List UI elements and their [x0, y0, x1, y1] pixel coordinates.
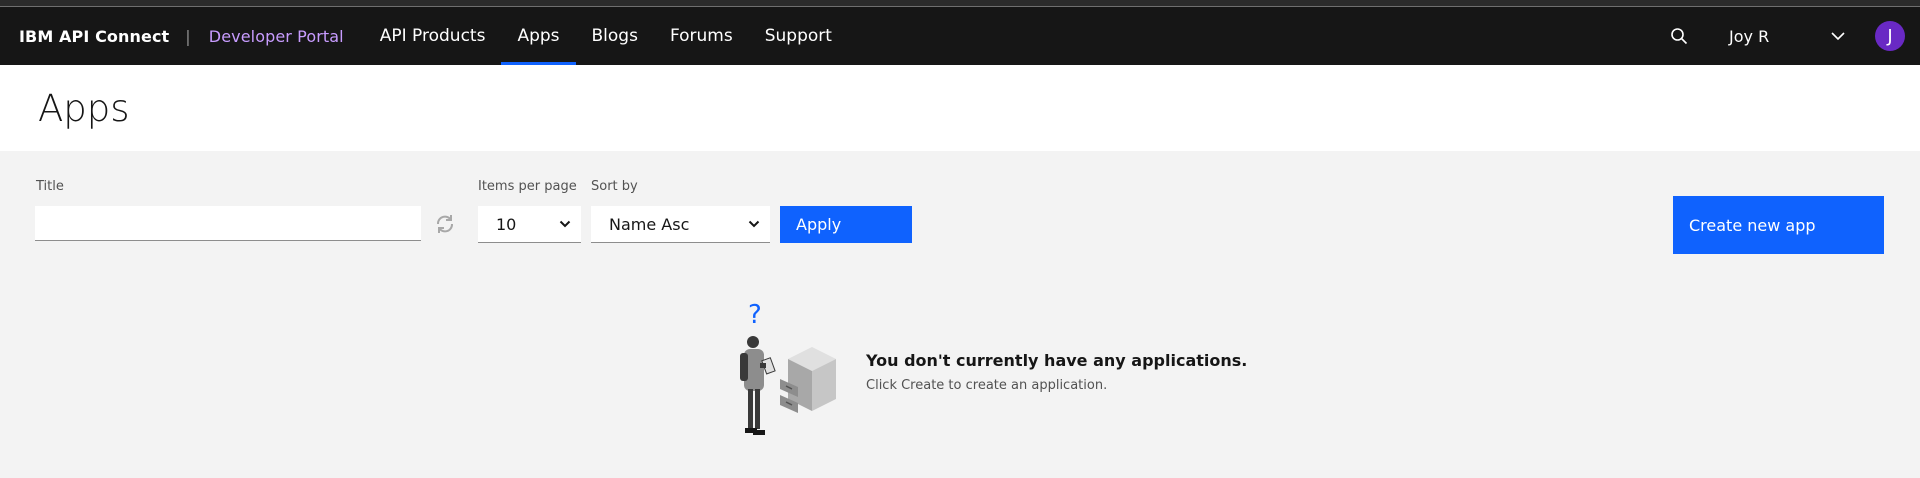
nav-link-blogs[interactable]: Blogs [576, 7, 654, 65]
brand-portal: Developer Portal [208, 26, 344, 46]
brand-separator: | [185, 26, 191, 46]
top-navbar: IBM API Connect | Developer Portal API Pro… [0, 7, 1920, 65]
browser-top-strip [0, 0, 1920, 7]
empty-state-text: You don't currently have any application… [866, 351, 1247, 393]
search-icon [1671, 28, 1688, 45]
title-filter-label: Title [36, 179, 64, 194]
apply-button[interactable]: Apply [780, 206, 912, 243]
user-name[interactable]: Joy R [1729, 27, 1819, 46]
brand-product: IBM API Connect [19, 26, 170, 46]
main-content: Title Items per page 10 Sort by Name Asc… [0, 151, 1920, 478]
create-new-app-button[interactable]: Create new app [1673, 196, 1884, 254]
items-per-page-value: 10 [496, 214, 517, 234]
nav-link-api-products[interactable]: API Products [364, 7, 502, 65]
sort-by-label: Sort by [591, 179, 638, 194]
empty-state-illustration: ? [740, 300, 836, 435]
avatar[interactable]: J [1875, 21, 1905, 51]
empty-state-heading: You don't currently have any application… [866, 351, 1248, 370]
page-header: Apps [0, 65, 1920, 151]
title-filter-input[interactable] [35, 206, 421, 241]
nav-links: API Products Apps Blogs Forums Support [364, 7, 848, 65]
chevron-down-icon [559, 220, 571, 228]
items-per-page-label: Items per page [478, 179, 577, 194]
search-button[interactable] [1659, 16, 1699, 56]
nav-link-apps[interactable]: Apps [501, 7, 575, 65]
empty-state: ? You don't currently have any applicati… [728, 299, 1247, 445]
page-title: Apps [38, 86, 130, 130]
chevron-down-icon [1831, 32, 1845, 41]
sort-by-value: Name Asc [609, 214, 690, 234]
nav-right: Joy R J [1659, 7, 1920, 65]
nav-link-forums[interactable]: Forums [654, 7, 749, 65]
nav-link-support[interactable]: Support [749, 7, 848, 65]
brand[interactable]: IBM API Connect | Developer Portal [0, 27, 344, 46]
items-per-page-select[interactable]: 10 [478, 206, 581, 243]
empty-state-message: Click Create to create an application. [866, 378, 1108, 393]
refresh-icon [437, 215, 453, 233]
refresh-button[interactable] [430, 209, 460, 239]
sort-by-select[interactable]: Name Asc [591, 206, 770, 243]
user-menu-button[interactable] [1823, 21, 1853, 51]
chevron-down-icon [748, 220, 760, 228]
question-mark: ? [748, 300, 762, 330]
